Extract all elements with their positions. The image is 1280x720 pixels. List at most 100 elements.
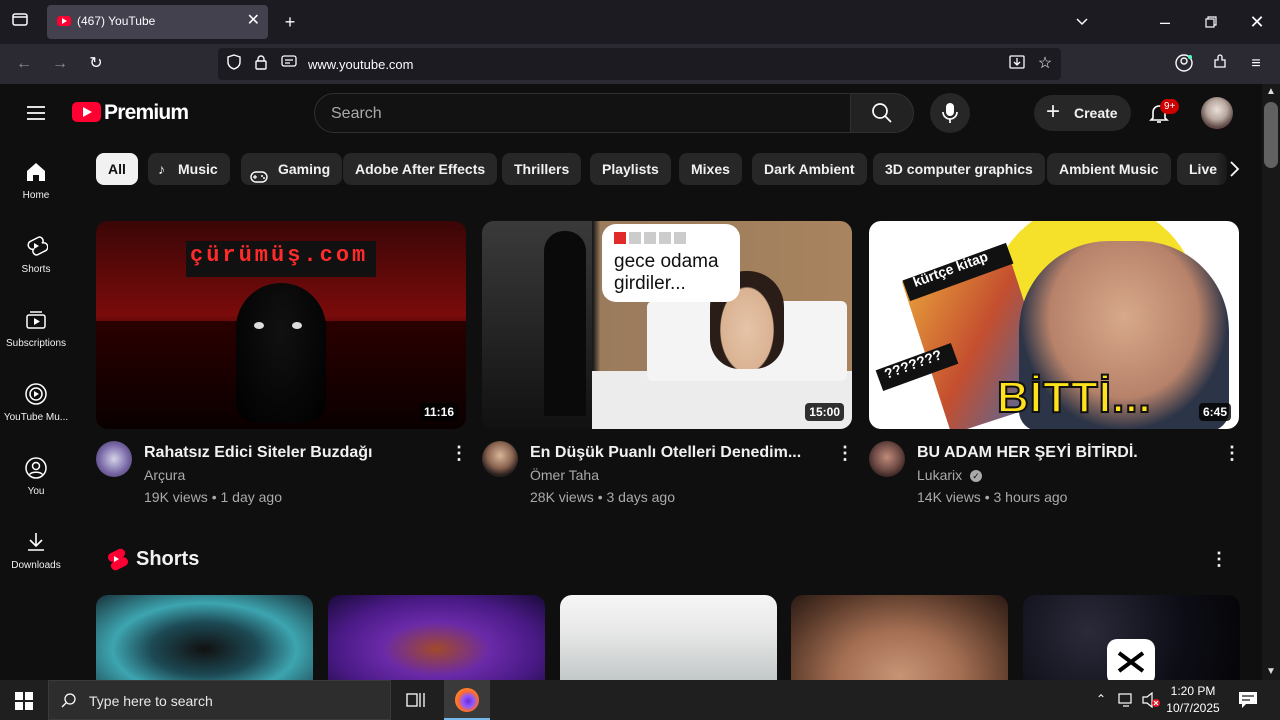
- channel-avatar[interactable]: [96, 441, 132, 477]
- lock-icon[interactable]: [250, 54, 272, 76]
- channel-avatar[interactable]: [482, 441, 518, 477]
- video-meta: 28K views • 3 days ago: [530, 489, 675, 505]
- logo-text[interactable]: Premium: [104, 101, 189, 125]
- notification-center-icon[interactable]: [1238, 691, 1258, 714]
- new-tab-button[interactable]: +: [278, 10, 302, 34]
- video-duration: 15:00: [805, 403, 844, 421]
- youtube-logo-icon[interactable]: [72, 102, 101, 122]
- create-label: Create: [1074, 105, 1118, 121]
- video-thumbnail[interactable]: gece odama girdiler... 15:00: [482, 221, 852, 429]
- chevron-right-icon[interactable]: [1226, 158, 1242, 185]
- url-bar[interactable]: www.youtube.com ☆: [218, 48, 1061, 80]
- scrollbar-thumb[interactable]: [1264, 102, 1278, 168]
- network-icon[interactable]: [1118, 692, 1136, 713]
- search-icon: [871, 102, 893, 129]
- taskbar-search-input[interactable]: Type here to search: [48, 680, 391, 720]
- short-thumbnail[interactable]: [560, 595, 777, 685]
- sidebar-item-subscriptions[interactable]: Subscriptions: [0, 308, 72, 349]
- page-scrollbar[interactable]: [1262, 84, 1280, 680]
- thumbnail-star-rating: [614, 231, 714, 244]
- chip-music[interactable]: ♪ Music: [148, 153, 230, 185]
- chip-playlists[interactable]: Playlists: [590, 153, 671, 185]
- extensions-icon[interactable]: [1209, 54, 1231, 76]
- hamburger-menu-icon[interactable]: [24, 101, 48, 130]
- video-title[interactable]: En Düşük Puanlı Otelleri Denedim...: [530, 444, 801, 462]
- sidebar-item-home[interactable]: Home: [0, 160, 72, 201]
- account-avatar[interactable]: [1201, 97, 1233, 129]
- channel-name-text: Lukarix: [917, 467, 963, 483]
- sidebar-item-you[interactable]: You: [0, 456, 72, 497]
- url-text[interactable]: www.youtube.com: [308, 57, 414, 72]
- volume-muted-icon[interactable]: [1142, 691, 1160, 713]
- chip-3d-computer-graphics[interactable]: 3D computer graphics: [873, 153, 1045, 185]
- more-options-icon[interactable]: ⋮: [836, 444, 854, 462]
- save-to-device-icon[interactable]: [1006, 54, 1028, 76]
- home-icon: [24, 160, 48, 184]
- bookmark-star-icon[interactable]: ☆: [1034, 54, 1056, 74]
- chip-ambient-music[interactable]: Ambient Music: [1047, 153, 1171, 185]
- capcut-logo-icon: [1107, 639, 1155, 685]
- chip-gaming[interactable]: Gaming: [241, 153, 343, 185]
- thumbnail-caption: BİTTİ...: [996, 372, 1152, 423]
- sidebar-item-label: YouTube Mu...: [3, 412, 69, 423]
- chip-adobe-after-effects[interactable]: Adobe After Effects: [343, 153, 498, 185]
- video-thumbnail[interactable]: kürtçe kitap ??????? BİTTİ... 6:45: [869, 221, 1239, 429]
- scroll-up-arrow-icon[interactable]: ▲: [1266, 86, 1276, 97]
- channel-avatar[interactable]: [869, 441, 905, 477]
- back-arrow-icon[interactable]: ←: [13, 54, 35, 74]
- sidebar-item-downloads[interactable]: Downloads: [0, 530, 72, 571]
- chip-all[interactable]: All: [96, 153, 138, 185]
- channel-name[interactable]: Lukarix ✓: [917, 467, 983, 483]
- more-options-icon[interactable]: ⋮: [450, 444, 468, 462]
- create-button[interactable]: + Create: [1034, 95, 1131, 131]
- search-input[interactable]: Search: [314, 93, 851, 133]
- scroll-down-arrow-icon[interactable]: ▼: [1266, 666, 1276, 677]
- show-hidden-icons-chevron-icon[interactable]: ⌃: [1096, 692, 1106, 706]
- video-title[interactable]: BU ADAM HER ŞEYİ BİTİRDİ.: [917, 444, 1138, 462]
- sidebar-item-label: Subscriptions: [5, 338, 67, 349]
- chip-mixes[interactable]: Mixes: [679, 153, 742, 185]
- windows-start-icon[interactable]: [15, 692, 33, 715]
- close-window-button[interactable]: ✕: [1245, 10, 1269, 34]
- short-thumbnail[interactable]: [96, 595, 313, 685]
- browser-tab-youtube[interactable]: (467) YouTube ✕: [47, 5, 268, 39]
- taskbar-firefox-button[interactable]: [444, 680, 490, 720]
- tab-title: (467) YouTube: [77, 14, 156, 28]
- thumbnail-eye: [292, 322, 302, 329]
- account-icon[interactable]: [1173, 54, 1195, 78]
- shorts-more-options-icon[interactable]: ⋮: [1210, 550, 1228, 568]
- close-tab-icon[interactable]: ✕: [247, 10, 260, 30]
- browser-menu-icon[interactable]: ≡: [1245, 54, 1267, 74]
- sidebar-item-shorts[interactable]: Shorts: [0, 234, 72, 275]
- channel-name[interactable]: Ömer Taha: [530, 467, 599, 483]
- taskbar-search-placeholder: Type here to search: [89, 693, 213, 709]
- more-options-icon[interactable]: ⋮: [1223, 444, 1241, 462]
- shield-icon[interactable]: [223, 54, 245, 76]
- chip-thrillers[interactable]: Thrillers: [502, 153, 582, 185]
- short-thumbnail[interactable]: [1023, 595, 1240, 685]
- reload-icon[interactable]: ↻: [85, 54, 107, 74]
- short-thumbnail[interactable]: [328, 595, 545, 685]
- task-view-icon[interactable]: [406, 691, 426, 714]
- search-placeholder: Search: [331, 105, 382, 122]
- voice-search-button[interactable]: [930, 93, 970, 133]
- short-thumbnail[interactable]: [791, 595, 1008, 685]
- tab-list-icon[interactable]: [8, 10, 32, 34]
- video-meta: 19K views • 1 day ago: [144, 489, 282, 505]
- browser-navbar: ← → ↻ www.youtube.com ☆ ≡: [0, 44, 1280, 84]
- restore-window-button[interactable]: [1199, 10, 1223, 34]
- chip-label: Gaming: [278, 161, 331, 177]
- video-thumbnail[interactable]: çürümüş.com 11:16: [96, 221, 466, 429]
- channel-name[interactable]: Arçura: [144, 467, 185, 483]
- forward-arrow-icon[interactable]: →: [49, 54, 71, 74]
- page-info-icon[interactable]: [278, 54, 300, 76]
- sidebar-item-youtube-music[interactable]: YouTube Mu...: [0, 382, 72, 423]
- minimize-window-button[interactable]: –: [1153, 10, 1177, 34]
- thumbnail-intruder: [544, 231, 586, 416]
- chip-dark-ambient[interactable]: Dark Ambient: [752, 153, 867, 185]
- tab-overflow-chevron-icon[interactable]: [1070, 10, 1094, 34]
- sidebar-item-label: Shorts: [21, 264, 51, 275]
- taskbar-clock[interactable]: 1:20 PM 10/7/2025: [1162, 683, 1224, 717]
- video-title[interactable]: Rahatsız Edici Siteler Buzdağı: [144, 444, 373, 462]
- search-button[interactable]: [850, 93, 914, 133]
